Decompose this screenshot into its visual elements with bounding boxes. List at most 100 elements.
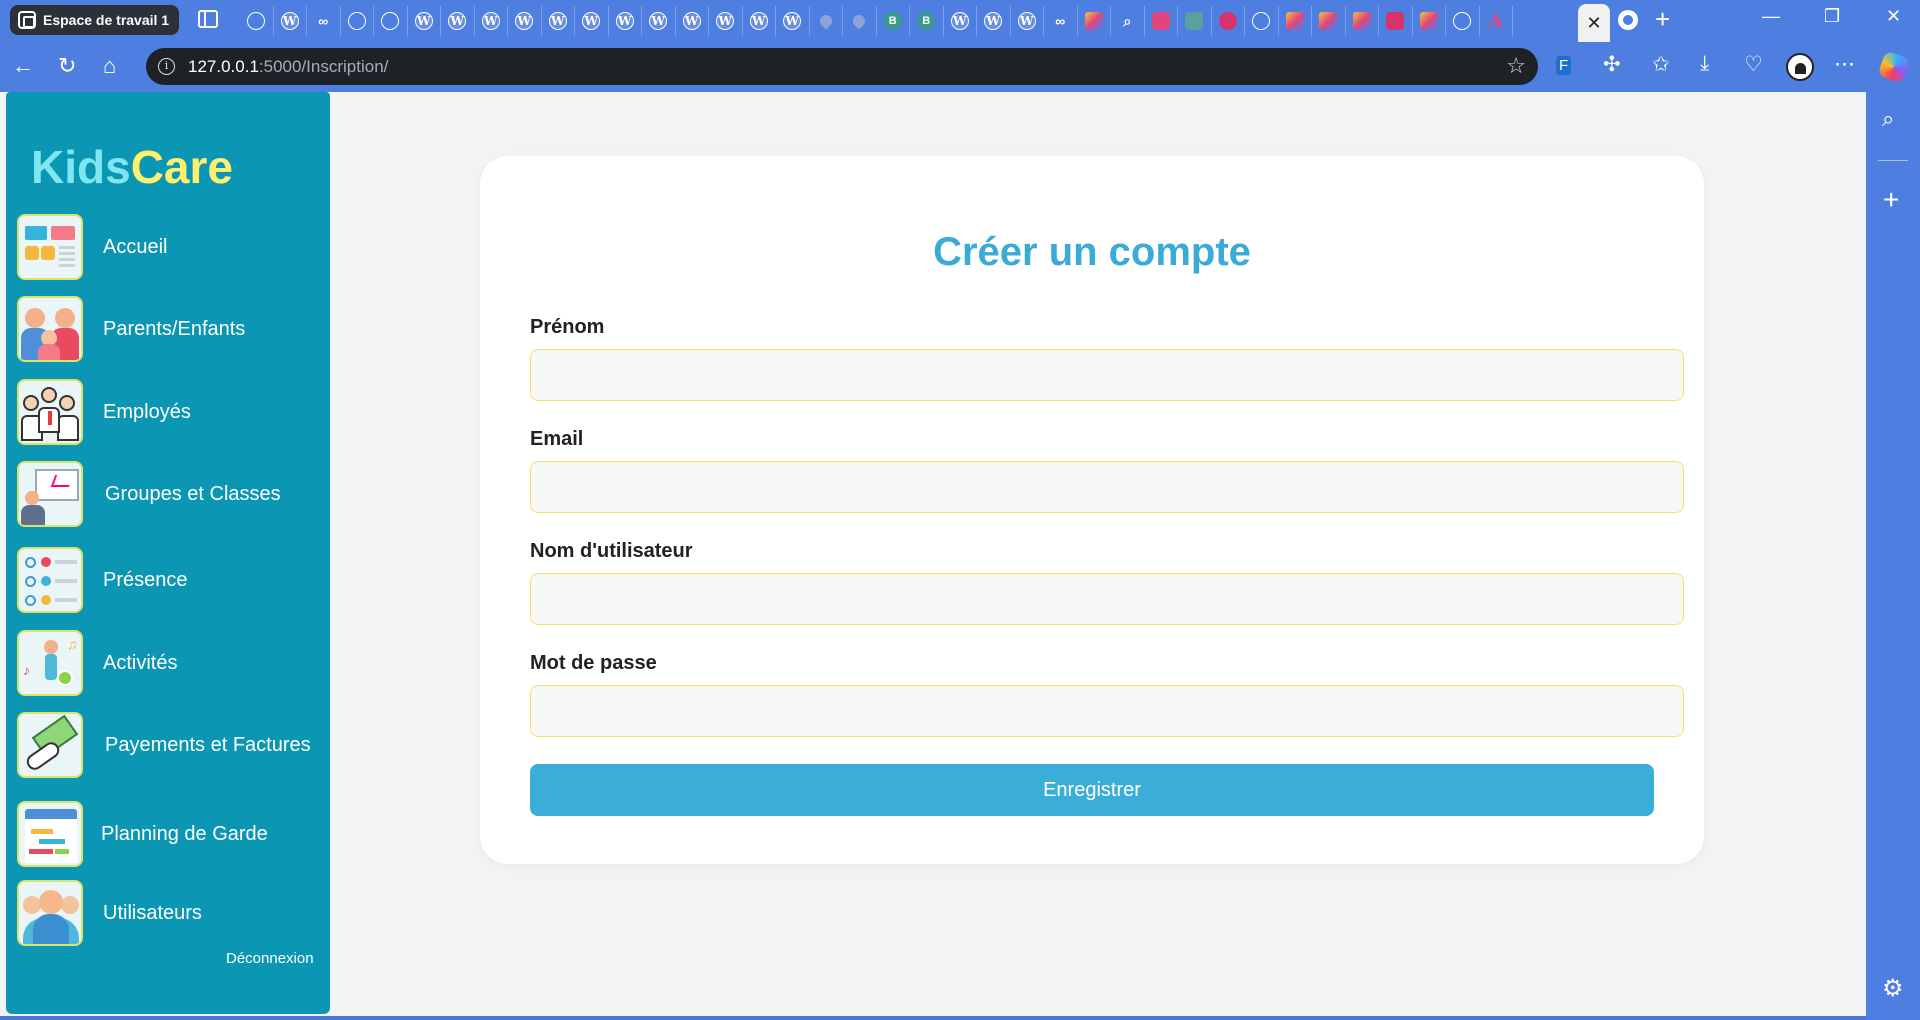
sidebar-item-groupes-classes[interactable]: Groupes et Classes — [17, 461, 317, 527]
b-favicon-icon: B — [917, 12, 936, 30]
sidebar-item-label: Parents/Enfants — [103, 317, 246, 340]
browser-tab[interactable]: W — [676, 6, 709, 36]
wp-favicon-icon: W — [749, 12, 768, 30]
browser-tab[interactable]: W — [408, 6, 441, 36]
browser-tab[interactable] — [1212, 6, 1245, 36]
back-icon[interactable]: ← — [12, 55, 34, 77]
extension-icon[interactable]: F — [1556, 56, 1572, 75]
browser-tab[interactable] — [1178, 6, 1212, 36]
sidebar-item-parents-enfants[interactable]: Parents/Enfants — [17, 296, 317, 362]
b-favicon-icon: B — [883, 12, 902, 30]
new-tab-button[interactable]: + — [1655, 4, 1670, 35]
browser-tab[interactable]: ⌕ — [1111, 6, 1145, 36]
settings-gear-icon[interactable]: ⚙ — [1882, 974, 1904, 1003]
register-button[interactable]: Enregistrer — [530, 764, 1654, 816]
logout-link[interactable]: Déconnexion — [226, 950, 314, 967]
home-icon[interactable]: ⌂ — [103, 55, 116, 77]
firstname-field[interactable] — [530, 349, 1684, 401]
browser-tab[interactable]: W — [542, 6, 575, 36]
close-window-icon[interactable]: ✕ — [1886, 6, 1901, 27]
browser-tab[interactable]: W — [575, 6, 609, 36]
copilot-icon[interactable] — [1877, 50, 1911, 84]
wp-favicon-icon: W — [716, 12, 735, 30]
browser-toolbar: ← ↻ ⌂ i 127.0.0.1:5000/Inscription/ ☆ F … — [0, 42, 1920, 92]
tab-actions-icon[interactable] — [198, 10, 218, 28]
sidebar-item-label: Utilisateurs — [103, 901, 202, 924]
sidebar-item-accueil[interactable]: Accueil — [17, 214, 317, 280]
browser-tab[interactable] — [1379, 6, 1413, 36]
browser-essentials-icon[interactable]: ♡ — [1744, 52, 1763, 77]
browser-tab[interactable] — [1312, 6, 1346, 36]
classroom-icon — [17, 461, 83, 527]
address-bar[interactable]: i 127.0.0.1:5000/Inscription/ ☆ — [146, 48, 1538, 85]
browser-tab[interactable]: B — [877, 6, 910, 36]
drop-favicon-icon — [817, 12, 835, 30]
sidebar-item-payements-factures[interactable]: Payements et Factures — [17, 712, 317, 778]
sidebar-item-planning-garde[interactable]: Planning de Garde — [17, 801, 317, 867]
browser-tab[interactable]: W — [977, 6, 1011, 36]
pin-red-favicon-icon — [1151, 12, 1170, 30]
more-menu-icon[interactable]: ⋯ — [1834, 52, 1855, 77]
browser-tab[interactable] — [1413, 6, 1446, 36]
sidebar-item-activites[interactable]: ♫ ♪ Activités — [17, 630, 317, 696]
favorites-icon[interactable]: ✩ — [1652, 52, 1670, 77]
reload-icon[interactable]: ↻ — [58, 55, 76, 77]
brand-logo[interactable]: KidsCare — [31, 140, 233, 194]
password-field[interactable] — [530, 685, 1684, 737]
browser-tab[interactable] — [341, 6, 374, 36]
browser-tab[interactable]: W — [609, 6, 642, 36]
multi-favicon-icon — [1319, 12, 1338, 30]
github-tab-icon[interactable] — [1618, 10, 1638, 30]
browser-tab[interactable]: A — [1480, 6, 1513, 36]
browser-tab[interactable] — [1346, 6, 1379, 36]
pin-favicon-icon — [1218, 12, 1237, 30]
browser-tab[interactable]: ∞ — [1044, 6, 1078, 36]
browser-tab[interactable]: W — [776, 6, 810, 36]
drop-favicon-icon — [850, 12, 868, 30]
browser-tab[interactable]: W — [508, 6, 542, 36]
restore-icon[interactable]: ❐ — [1824, 6, 1840, 27]
site-info-icon[interactable]: i — [158, 58, 175, 75]
browser-tab[interactable]: W — [475, 6, 508, 36]
url-text[interactable]: 127.0.0.1:5000/Inscription/ — [188, 57, 388, 77]
globe-favicon-icon — [1252, 12, 1271, 30]
minimize-icon[interactable]: — — [1762, 6, 1780, 27]
wp-favicon-icon: W — [1017, 12, 1036, 30]
search-favicon-icon: ⌕ — [1123, 12, 1132, 29]
browser-tab[interactable]: W — [642, 6, 676, 36]
favorite-star-icon[interactable]: ☆ — [1506, 53, 1526, 79]
email-field[interactable] — [530, 461, 1684, 513]
profile-avatar[interactable] — [1786, 53, 1814, 81]
browser-tab[interactable]: W — [709, 6, 743, 36]
search-icon[interactable]: ⌕ — [1882, 106, 1894, 132]
activities-icon: ♫ ♪ — [17, 630, 83, 696]
active-tab[interactable]: ✕ — [1578, 4, 1610, 42]
browser-tab[interactable]: W — [1011, 6, 1044, 36]
browser-tab[interactable]: W — [743, 6, 776, 36]
browser-tab[interactable] — [843, 6, 877, 36]
browser-tab[interactable] — [1279, 6, 1312, 36]
workspace-button[interactable]: Espace de travail 1 — [10, 5, 180, 35]
username-field[interactable] — [530, 573, 1684, 625]
browser-tab[interactable]: ∞ — [307, 6, 341, 36]
close-tab-icon[interactable]: ✕ — [1586, 13, 1601, 34]
sidebar-item-presence[interactable]: Présence — [17, 547, 317, 613]
downloads-icon[interactable]: ⤓ — [1700, 52, 1709, 76]
wp-favicon-icon: W — [548, 12, 567, 30]
browser-tab[interactable] — [1446, 6, 1480, 36]
browser-tab[interactable] — [374, 6, 408, 36]
sidebar-item-utilisateurs[interactable]: Utilisateurs — [17, 880, 317, 946]
browser-tab[interactable] — [240, 6, 274, 36]
browser-tab[interactable] — [1145, 6, 1178, 36]
browser-tab[interactable]: W — [944, 6, 977, 36]
browser-tab[interactable]: W — [441, 6, 475, 36]
extensions-puzzle-icon[interactable]: ✣ — [1603, 52, 1621, 77]
add-sidebar-app-icon[interactable]: + — [1883, 184, 1899, 216]
tab-list: W ∞ W W W W W W W W W W W W B B W W W ∞ ⌕ A — [240, 6, 1513, 36]
browser-tab[interactable] — [810, 6, 843, 36]
browser-tab[interactable] — [1245, 6, 1279, 36]
sidebar-item-employes[interactable]: Employés — [17, 379, 317, 445]
browser-tab[interactable] — [1078, 6, 1111, 36]
browser-tab[interactable]: B — [910, 6, 944, 36]
browser-tab[interactable]: W — [274, 6, 307, 36]
